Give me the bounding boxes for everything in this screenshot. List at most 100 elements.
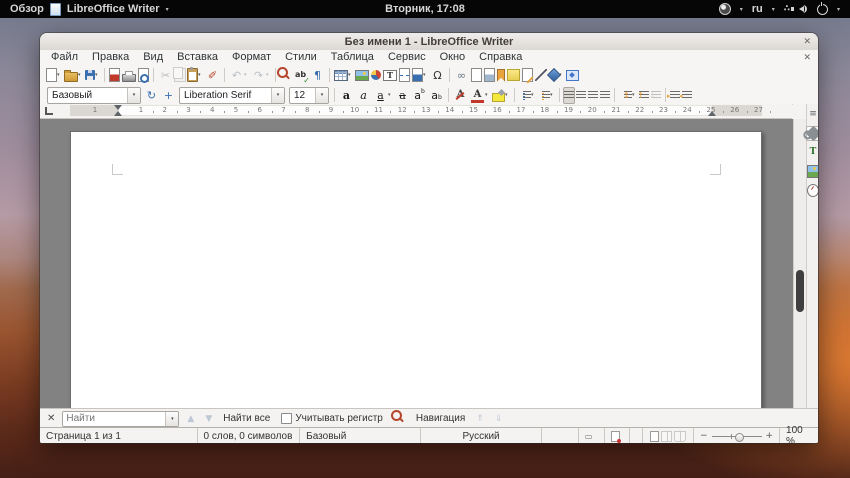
clear-formatting-button[interactable]: A: [452, 87, 469, 104]
find-previous-button[interactable]: ▲: [184, 414, 197, 424]
cut-button[interactable]: ✂: [157, 65, 174, 86]
gallery-button[interactable]: [806, 164, 818, 179]
menu-file[interactable]: Файл: [44, 51, 85, 63]
find-next-button[interactable]: ▼: [202, 414, 215, 424]
bold-button[interactable]: a: [338, 87, 355, 104]
document-area[interactable]: [40, 119, 793, 408]
document-page[interactable]: [70, 131, 762, 408]
new-document-dropdown-arrow[interactable]: ▾: [57, 72, 62, 78]
highlight-color-dropdown-arrow[interactable]: ▾: [505, 92, 510, 98]
horizontal-ruler[interactable]: 1 12345678910111213141516171819202122232…: [40, 104, 792, 119]
insert-field-button[interactable]: ▾: [411, 65, 429, 86]
paragraph-style-combo[interactable]: Базовый▾: [47, 87, 141, 104]
superscript-button[interactable]: a: [411, 87, 428, 104]
keyboard-layout-indicator[interactable]: ru: [752, 3, 763, 15]
font-color-dropdown-arrow[interactable]: ▾: [485, 92, 490, 98]
insert-line-button[interactable]: [534, 65, 548, 86]
subscript-button[interactable]: a: [428, 87, 445, 104]
track-changes-button[interactable]: [521, 65, 534, 86]
window-close-icon[interactable]: ✕: [803, 33, 811, 50]
book-view-button[interactable]: [674, 431, 686, 442]
align-center-button[interactable]: [575, 87, 587, 104]
find-and-replace-button[interactable]: [279, 65, 292, 86]
paragraph-style-dropdown-arrow[interactable]: ▾: [127, 88, 140, 103]
zoom-out-icon[interactable]: −: [700, 431, 708, 441]
show-draw-functions-button[interactable]: [565, 65, 580, 86]
font-color-button[interactable]: A▾: [469, 87, 491, 104]
font-size-dropdown-arrow[interactable]: ▾: [315, 88, 328, 103]
menu-table[interactable]: Таблица: [324, 51, 381, 63]
navigate-forward-button[interactable]: ⇓: [492, 414, 506, 424]
paste-button[interactable]: ▾: [186, 65, 204, 86]
decrease-paragraph-spacing-button[interactable]: [650, 87, 662, 104]
menu-styles[interactable]: Стили: [278, 51, 324, 63]
basic-shapes-button[interactable]: ▾: [548, 65, 565, 86]
zoom-slider-track[interactable]: [712, 436, 762, 437]
justify-button[interactable]: [599, 87, 611, 104]
document-close-icon[interactable]: ✕: [803, 50, 811, 64]
font-size-combo[interactable]: 12▾: [289, 87, 329, 104]
insert-footnote-button[interactable]: [470, 65, 483, 86]
print-button[interactable]: [121, 65, 137, 86]
copy-button[interactable]: [174, 65, 186, 86]
single-page-view-button[interactable]: [650, 431, 658, 442]
properties-button[interactable]: [806, 126, 818, 141]
underline-dropdown-arrow[interactable]: ▾: [388, 92, 393, 98]
ordered-list-dropdown-arrow[interactable]: ▾: [550, 92, 555, 98]
find-history-dropdown-arrow[interactable]: ▾: [165, 412, 178, 426]
find-and-replace-button[interactable]: [391, 413, 408, 424]
decrease-indent-button[interactable]: [681, 87, 693, 104]
new-style-button[interactable]: +: [160, 87, 177, 104]
line-spacing-button[interactable]: ▾: [618, 87, 638, 104]
insert-image-button[interactable]: [354, 65, 370, 86]
save-dropdown-arrow[interactable]: ▾: [95, 72, 100, 78]
print-preview-button[interactable]: [137, 65, 150, 86]
find-close-icon[interactable]: ✕: [47, 413, 55, 424]
highlight-color-button[interactable]: ▾: [491, 87, 511, 104]
accessibility-menu-icon[interactable]: [719, 3, 731, 15]
volume-icon[interactable]: [799, 6, 804, 12]
styles-button[interactable]: T: [806, 145, 818, 160]
zoom-slider-knob[interactable]: [735, 433, 744, 442]
menu-window[interactable]: Окно: [433, 51, 473, 63]
export-pdf-button[interactable]: [108, 65, 121, 86]
first-line-indent-marker[interactable]: [114, 105, 122, 110]
insert-chart-button[interactable]: [370, 65, 382, 86]
network-icon[interactable]: ∴: [784, 4, 790, 14]
find-input[interactable]: [63, 412, 165, 426]
font-name-combo[interactable]: Liberation Serif▾: [179, 87, 285, 104]
ordered-list-button[interactable]: ▾: [537, 87, 556, 104]
undo-button[interactable]: ↶▾: [228, 65, 250, 86]
redo-button[interactable]: ↷▾: [250, 65, 272, 86]
document-modified-status[interactable]: [605, 428, 631, 443]
vertical-scrollbar[interactable]: [793, 119, 807, 408]
insert-endnote-button[interactable]: [483, 65, 496, 86]
insert-hyperlink-button[interactable]: ∞: [453, 65, 470, 86]
app-menu-button[interactable]: LibreOffice Writer: [67, 3, 160, 15]
unordered-list-button[interactable]: ▾: [518, 87, 537, 104]
activities-button[interactable]: Обзор: [10, 3, 44, 15]
insert-bookmark-button[interactable]: [496, 65, 506, 86]
insert-special-character-button[interactable]: Ω: [429, 65, 446, 86]
insert-comment-button[interactable]: [506, 65, 521, 86]
menu-insert[interactable]: Вставка: [170, 51, 225, 63]
page-style-status[interactable]: Базовый: [300, 428, 421, 443]
language-status[interactable]: Русский: [421, 428, 542, 443]
navigate-backward-button[interactable]: ⇑: [473, 414, 487, 424]
zoom-slider[interactable]: − +: [694, 428, 780, 443]
new-document-button[interactable]: ▾: [45, 65, 63, 86]
page-number-status[interactable]: Страница 1 из 1: [40, 428, 198, 443]
clone-formatting-button[interactable]: ✐: [204, 65, 221, 86]
strikethrough-button[interactable]: a: [394, 87, 411, 104]
match-case-option[interactable]: Учитывать регистр: [278, 413, 386, 424]
menu-view[interactable]: Вид: [136, 51, 170, 63]
save-button[interactable]: ▾: [84, 65, 101, 86]
navigator-button[interactable]: [806, 183, 818, 198]
menu-format[interactable]: Формат: [225, 51, 278, 63]
insert-text-box-button[interactable]: [382, 65, 398, 86]
open-button[interactable]: ▾: [63, 65, 84, 86]
align-right-button[interactable]: [587, 87, 599, 104]
menu-edit[interactable]: Правка: [85, 51, 136, 63]
underline-button[interactable]: a▾: [372, 87, 394, 104]
window-titlebar[interactable]: Без имени 1 - LibreOffice Writer ✕: [40, 33, 818, 51]
